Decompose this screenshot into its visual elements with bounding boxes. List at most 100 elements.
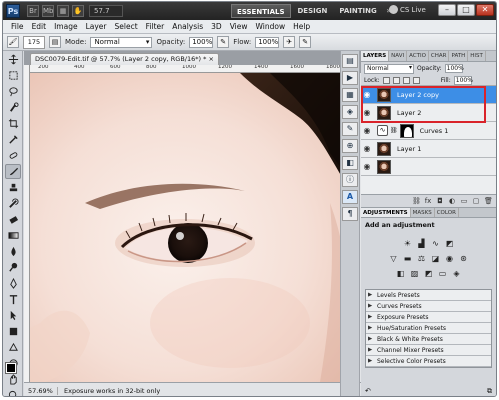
pressure-size-icon[interactable]: ✎: [299, 36, 312, 48]
preset-channel-mixer[interactable]: ▶ Channel Mixer Presets: [366, 345, 491, 356]
clone-source-panel-icon[interactable]: ⊕: [342, 139, 358, 153]
blend-mode-select[interactable]: Normal: [364, 63, 414, 74]
lock-position-icon[interactable]: [402, 76, 410, 84]
actions-panel-icon[interactable]: ▶: [342, 71, 358, 85]
3d-rotate-tool-icon[interactable]: [5, 340, 21, 355]
black-white-icon[interactable]: ◪: [430, 253, 441, 264]
close-button[interactable]: ✕: [476, 4, 494, 16]
history-brush-tool-icon[interactable]: [5, 196, 21, 211]
paragraph-panel-icon[interactable]: ¶: [342, 207, 358, 221]
hue-saturation-icon[interactable]: ▬: [402, 253, 413, 264]
expand-triangle-icon[interactable]: ▶: [368, 358, 377, 364]
brush-tool-icon[interactable]: [5, 164, 21, 179]
posterize-icon[interactable]: ▨: [409, 268, 420, 279]
workspace-painting[interactable]: PAINTING: [334, 4, 381, 18]
lock-transparency-icon[interactable]: [382, 76, 390, 84]
visibility-eye-icon[interactable]: ◉: [361, 144, 373, 153]
workspace-design[interactable]: DESIGN: [293, 4, 333, 18]
menu-3d[interactable]: 3D: [207, 22, 226, 31]
shape-tool-icon[interactable]: [5, 324, 21, 339]
hand-tool-icon[interactable]: [5, 372, 21, 387]
cs-live-button[interactable]: CS Live: [389, 5, 426, 14]
foreground-color-swatch[interactable]: [5, 362, 17, 374]
clone-stamp-tool-icon[interactable]: [5, 180, 21, 195]
tab-navigator[interactable]: NAVI: [389, 51, 408, 61]
gradient-map-icon[interactable]: ▭: [437, 268, 448, 279]
styles-panel-icon[interactable]: ◈: [342, 105, 358, 119]
navigator-panel-icon[interactable]: ◧: [342, 156, 358, 170]
brightness-contrast-icon[interactable]: ☀: [402, 238, 413, 249]
menu-filter[interactable]: Filter: [142, 22, 169, 31]
preset-exposure[interactable]: ▶ Exposure Presets: [366, 312, 491, 323]
bridge-icon[interactable]: Br: [27, 5, 39, 17]
crop-tool-icon[interactable]: [5, 116, 21, 131]
mode-select[interactable]: Normal: [90, 36, 153, 48]
status-zoom[interactable]: 57.69%: [24, 386, 58, 395]
mini-bridge-icon[interactable]: Mb: [42, 5, 54, 17]
add-mask-icon[interactable]: ◘: [436, 197, 444, 205]
character-panel-icon[interactable]: A: [342, 190, 358, 204]
tab-actions[interactable]: ACTIO: [407, 51, 429, 61]
preset-black-white[interactable]: ▶ Black & White Presets: [366, 334, 491, 345]
menu-view[interactable]: View: [226, 22, 252, 31]
link-layers-icon[interactable]: ⛓: [412, 197, 421, 205]
info-panel-icon[interactable]: ⓘ: [342, 173, 358, 187]
levels-icon[interactable]: ▟: [416, 238, 427, 249]
move-tool-icon[interactable]: [5, 52, 21, 67]
brush-tool-icon[interactable]: 🖌: [7, 36, 19, 48]
pressure-opacity-icon[interactable]: ✎: [217, 36, 230, 48]
history-panel-icon[interactable]: ▤: [342, 54, 358, 68]
new-group-icon[interactable]: ▭: [460, 197, 468, 205]
zoom-level[interactable]: 57.7: [89, 5, 123, 17]
tab-masks[interactable]: MASKS: [411, 208, 435, 217]
menu-help[interactable]: Help: [289, 22, 314, 31]
new-layer-icon[interactable]: ▢: [472, 197, 480, 205]
return-icon[interactable]: ↶: [365, 387, 371, 395]
expand-triangle-icon[interactable]: ▶: [368, 292, 377, 298]
opacity-field[interactable]: 100%: [189, 36, 214, 48]
layer-row-layer-1[interactable]: ◉ Layer 1: [361, 140, 496, 158]
invert-icon[interactable]: ◧: [395, 268, 406, 279]
lock-all-icon[interactable]: [412, 76, 420, 84]
swatches-panel-icon[interactable]: ▦: [342, 88, 358, 102]
visibility-eye-icon[interactable]: ◉: [361, 162, 373, 171]
healing-brush-tool-icon[interactable]: [5, 148, 21, 163]
menu-window[interactable]: Window: [252, 22, 290, 31]
document-tab[interactable]: DSC0079-Edit.tif @ 57.7% (Layer 2 copy, …: [30, 53, 219, 65]
preset-hue-saturation[interactable]: ▶ Hue/Saturation Presets: [366, 323, 491, 334]
lock-pixels-icon[interactable]: [392, 76, 400, 84]
lasso-tool-icon[interactable]: [5, 84, 21, 99]
brush-panel-toggle-icon[interactable]: ▤: [49, 36, 61, 48]
layer-row-background[interactable]: ◉: [361, 158, 496, 176]
tab-history[interactable]: HIST: [468, 51, 486, 61]
fill-field[interactable]: 100%: [453, 75, 473, 85]
close-document-icon[interactable]: ×: [208, 55, 213, 63]
menu-layer[interactable]: Layer: [82, 22, 111, 31]
expand-triangle-icon[interactable]: ▶: [368, 325, 377, 331]
blur-tool-icon[interactable]: [5, 244, 21, 259]
new-adjustment-layer-icon[interactable]: ◐: [448, 197, 456, 205]
guides-icon[interactable]: ▦: [57, 5, 69, 17]
color-balance-icon[interactable]: ⚖: [416, 253, 427, 264]
preset-curves[interactable]: ▶ Curves Presets: [366, 301, 491, 312]
expand-triangle-icon[interactable]: ▶: [368, 336, 377, 342]
gradient-tool-icon[interactable]: [5, 228, 21, 243]
curves-icon[interactable]: ∿: [430, 238, 441, 249]
expand-triangle-icon[interactable]: ▶: [368, 347, 377, 353]
type-tool-icon[interactable]: [5, 292, 21, 307]
airbrush-icon[interactable]: ✈: [283, 36, 296, 48]
menu-analysis[interactable]: Analysis: [168, 22, 207, 31]
brushes-panel-icon[interactable]: ✎: [342, 122, 358, 136]
workspace-essentials[interactable]: ESSENTIALS: [231, 4, 291, 18]
layer-row-curves-1[interactable]: ◉ ∿ ⛓ Curves 1: [361, 122, 496, 140]
tab-adjustments[interactable]: ADJUSTMENTS: [361, 208, 411, 217]
photo-filter-icon[interactable]: ◉: [444, 253, 455, 264]
tab-color[interactable]: COLOR: [435, 208, 459, 217]
threshold-icon[interactable]: ◩: [423, 268, 434, 279]
marquee-tool-icon[interactable]: [5, 68, 21, 83]
selective-color-icon[interactable]: ◈: [451, 268, 462, 279]
layer-opacity-field[interactable]: 100%: [444, 64, 464, 73]
exposure-icon[interactable]: ◩: [444, 238, 455, 249]
expand-triangle-icon[interactable]: ▶: [368, 303, 377, 309]
clip-to-layer-icon[interactable]: ⧉: [487, 387, 492, 396]
